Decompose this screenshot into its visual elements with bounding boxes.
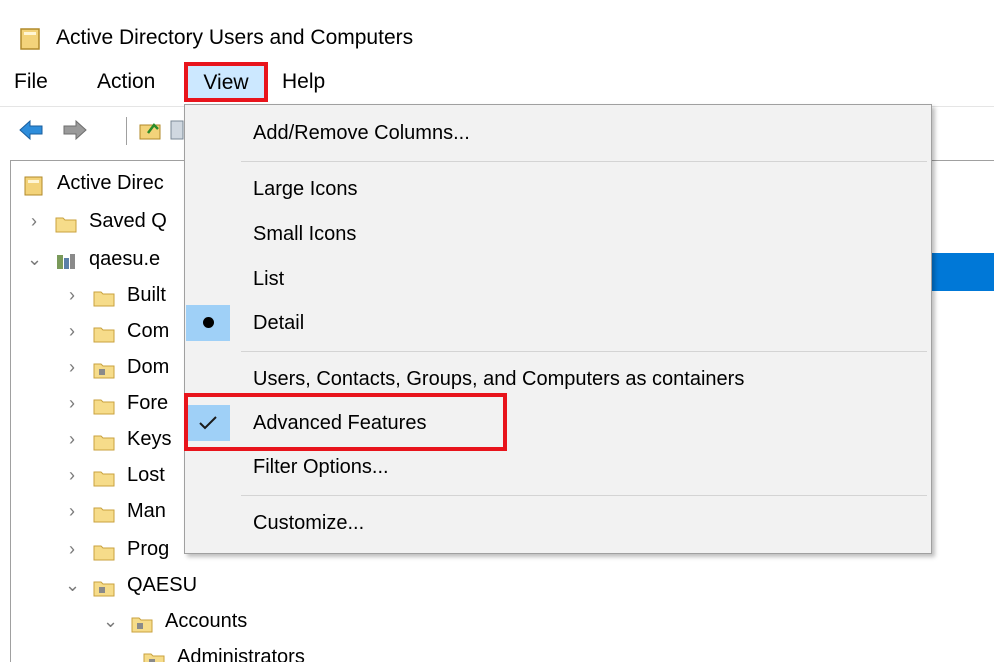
expand-chevron-icon[interactable]: › [65, 313, 79, 349]
tree-node-label: QAESU [127, 574, 198, 596]
tree-node-label: Prog [127, 538, 170, 560]
menu-item-small-icons[interactable]: Small Icons [185, 214, 931, 254]
bullet-icon [203, 317, 214, 328]
menu-item-list[interactable]: List [185, 259, 931, 299]
tree-node-label: Keys [127, 428, 172, 450]
menu-item-customize[interactable]: Customize... [185, 503, 931, 543]
expand-chevron-icon[interactable]: › [65, 421, 79, 457]
expand-chevron-icon[interactable]: › [65, 349, 79, 385]
folder-icon [93, 428, 115, 451]
menu-item-label: List [253, 268, 285, 290]
tree-node-label: Administrators [177, 646, 305, 662]
folder-icon [93, 392, 115, 415]
folder-icon [93, 500, 115, 523]
forward-arrow-icon[interactable] [62, 119, 88, 141]
tree-node-label: Built [127, 284, 166, 306]
up-folder-icon[interactable] [138, 119, 164, 141]
menu-item-label: Add/Remove Columns... [253, 122, 470, 144]
collapse-chevron-icon[interactable]: ⌄ [27, 241, 42, 277]
ou-icon [93, 574, 115, 597]
collapse-chevron-icon[interactable]: ⌄ [65, 567, 80, 603]
menu-item-filter-options[interactable]: Filter Options... [185, 447, 931, 487]
back-arrow-icon[interactable] [18, 119, 44, 141]
folder-icon [93, 284, 115, 307]
menu-item-large-icons[interactable]: Large Icons [185, 169, 931, 209]
expand-chevron-icon[interactable]: › [65, 531, 79, 567]
tree-node-label: Com [127, 320, 170, 342]
tree-node-label: Active Direc [57, 172, 164, 194]
tree-node-label: Fore [127, 392, 169, 414]
expand-chevron-icon[interactable]: › [65, 457, 79, 493]
expand-chevron-icon[interactable]: › [27, 203, 41, 239]
view-menu-dropdown: Add/Remove Columns... Large Icons Small … [184, 104, 932, 554]
aduc-app-icon [20, 28, 40, 50]
tree-node-label: Saved Q [89, 210, 167, 232]
tree-node-label: Accounts [165, 610, 248, 632]
ou-icon [143, 646, 165, 662]
menu-action[interactable]: Action [97, 66, 155, 98]
folder-icon [55, 210, 77, 233]
menu-view[interactable]: View [184, 62, 268, 102]
tree-node-label: Lost [127, 464, 165, 486]
title-bar: Active Directory Users and Computers [0, 0, 994, 60]
domain-icon [55, 248, 77, 269]
expand-chevron-icon[interactable]: › [65, 277, 79, 313]
folder-icon [93, 464, 115, 487]
ou-icon [131, 610, 153, 633]
snapin-icon [23, 172, 45, 196]
menu-separator [241, 161, 927, 162]
toolbar-separator [126, 117, 127, 145]
selected-row[interactable] [929, 253, 994, 291]
show-hide-console-icon[interactable] [170, 119, 184, 141]
radio-indicator [186, 305, 230, 341]
menu-file[interactable]: File [14, 66, 48, 98]
collapse-chevron-icon[interactable]: ⌄ [103, 603, 118, 639]
menu-separator [241, 495, 927, 496]
folder-icon [93, 538, 115, 561]
menu-item-label: Filter Options... [253, 456, 389, 478]
menu-item-add-remove-columns[interactable]: Add/Remove Columns... [185, 113, 931, 153]
expand-chevron-icon[interactable]: › [65, 385, 79, 421]
tree-node[interactable]: Administrators [11, 639, 541, 662]
folder-icon [93, 320, 115, 343]
menu-item-label: Customize... [253, 512, 365, 534]
expand-chevron-icon[interactable]: › [65, 493, 79, 529]
tree-node-label: Man [127, 500, 166, 522]
menu-item-label: Detail [253, 312, 305, 334]
menu-help[interactable]: Help [282, 66, 325, 98]
tree-node[interactable]: ⌄ QAESU [11, 567, 541, 603]
menu-separator [241, 351, 927, 352]
tree-node[interactable]: ⌄ Accounts [11, 603, 541, 639]
annotation-highlight-box [184, 393, 507, 451]
menu-item-detail[interactable]: Detail [185, 303, 931, 343]
menu-item-label: Large Icons [253, 178, 358, 200]
tree-node-label: qaesu.e [89, 248, 161, 270]
window-title: Active Directory Users and Computers [56, 26, 414, 49]
tree-node-label: Dom [127, 356, 170, 378]
ou-icon [93, 356, 115, 379]
menu-item-label: Small Icons [253, 223, 357, 245]
menu-bar: File Action View Help [0, 62, 994, 102]
